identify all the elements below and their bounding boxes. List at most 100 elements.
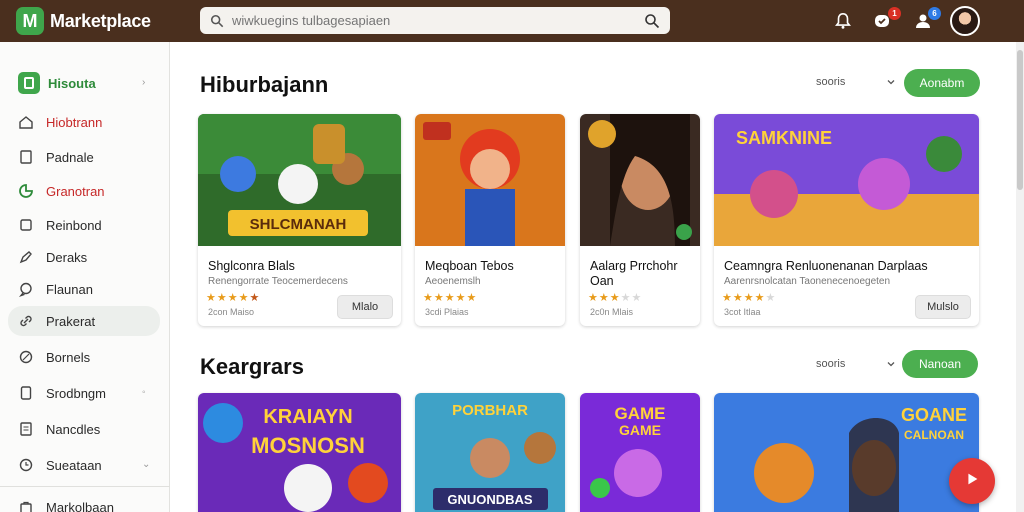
card-thumbnail: KRAIAYN MOSNOSN bbox=[198, 393, 401, 512]
card-meta: 2c0n Mlais bbox=[590, 307, 634, 317]
header-actions: 1 6 bbox=[830, 0, 1024, 42]
chevron-down-icon: ⌄ bbox=[142, 459, 151, 470]
pen-icon bbox=[18, 249, 34, 265]
rating-stars: ★★★★★ bbox=[722, 292, 777, 304]
card-open-button[interactable]: Mlalo bbox=[337, 295, 393, 319]
sidebar-item-flaunan[interactable]: Flaunan bbox=[8, 274, 160, 304]
card-meta: 2con Maiso bbox=[208, 307, 255, 317]
sort-label: sooris bbox=[816, 76, 846, 88]
card-title: Shglconra Blals bbox=[208, 259, 295, 273]
brand[interactable]: M Marketplace bbox=[16, 7, 196, 35]
sidebar-item-label: Hiobtrann bbox=[46, 114, 103, 130]
sidebar-item-label: Srodbngm bbox=[46, 385, 106, 401]
chevron-right-icon: › bbox=[142, 77, 146, 88]
friends-badge: 6 bbox=[928, 7, 941, 20]
home-icon bbox=[18, 114, 34, 130]
svg-text:GOANE: GOANE bbox=[901, 405, 967, 425]
sidebar-item-markolbaan[interactable]: Markolbaan bbox=[8, 492, 160, 512]
dot-indicator-icon: ◦ bbox=[142, 387, 146, 398]
messages-badge: 1 bbox=[888, 7, 901, 20]
search-bar bbox=[200, 7, 670, 34]
play-button[interactable] bbox=[949, 458, 995, 504]
section-title: Hiburbajann bbox=[200, 72, 329, 97]
card-subtitle: Aarenrsnolcatan Taonenecenoegeten bbox=[724, 276, 891, 287]
card-open-button[interactable]: Mulslo bbox=[915, 295, 971, 319]
sidebar-item-bornels[interactable]: Bornels bbox=[8, 342, 160, 372]
card-subtitle: Renengorrate Teocemerdecens bbox=[208, 276, 348, 287]
list-icon bbox=[18, 421, 34, 437]
circle-icon bbox=[18, 349, 34, 365]
card-subtitle: Aeoenemslh bbox=[425, 276, 481, 287]
product-card[interactable]: KRAIAYN MOSNOSN bbox=[198, 393, 401, 512]
card-thumbnail: SAMKNINE bbox=[714, 114, 979, 246]
sidebar-item-srodbngm[interactable]: Srodbngm ◦ bbox=[8, 378, 160, 408]
product-card[interactable]: SHLCMANAH Shglconra Blals Renengorrate T… bbox=[198, 114, 401, 326]
sidebar-item-label: Deraks bbox=[46, 249, 88, 265]
sidebar-item-hiobtrann[interactable]: Hiobtrann bbox=[8, 107, 160, 137]
card-thumbnail: GAME GAME bbox=[580, 393, 700, 512]
brand-name: Marketplace bbox=[50, 10, 151, 31]
svg-text:MOSNOSN: MOSNOSN bbox=[251, 433, 365, 458]
svg-text:PORBHAR: PORBHAR bbox=[452, 402, 528, 419]
sort-dropdown[interactable]: sooris bbox=[816, 76, 896, 88]
svg-text:SAMKNINE: SAMKNINE bbox=[736, 128, 832, 148]
games-icon bbox=[18, 183, 34, 199]
sort-label: sooris bbox=[816, 358, 846, 370]
friends-icon[interactable]: 6 bbox=[910, 7, 941, 34]
card-thumbnail: GOANE CALNOAN bbox=[714, 393, 979, 512]
chat-icon bbox=[18, 281, 34, 297]
rating-stars: ★★★★★ bbox=[588, 292, 643, 304]
card-title: Meqboan Tebos bbox=[425, 259, 514, 273]
thumb-text: KRAIAYN bbox=[263, 406, 352, 428]
sidebar-item-label: Flaunan bbox=[46, 281, 93, 297]
brand-logo-icon: M bbox=[16, 7, 44, 35]
sidebar-item-hisouta[interactable]: Hisouta › bbox=[8, 68, 160, 98]
section-action-button[interactable]: Nanoan bbox=[902, 350, 978, 378]
document-icon bbox=[18, 149, 34, 165]
sort-dropdown[interactable]: sooris bbox=[816, 358, 896, 370]
app-square-icon bbox=[18, 72, 40, 94]
sidebar-item-sueataan[interactable]: Sueataan ⌄ bbox=[8, 450, 160, 480]
play-icon bbox=[963, 470, 981, 493]
sidebar-item-label: Nancdles bbox=[46, 421, 101, 437]
svg-text:GAME: GAME bbox=[619, 422, 661, 438]
rating-stars: ★★★★★ bbox=[206, 292, 261, 304]
product-card[interactable]: GAME GAME bbox=[580, 393, 700, 512]
bell-icon[interactable] bbox=[830, 8, 856, 34]
clock-icon bbox=[18, 457, 34, 473]
card-thumbnail bbox=[415, 114, 565, 246]
sidebar-item-granotran[interactable]: Granotran bbox=[8, 176, 160, 206]
product-card[interactable]: SAMKNINE Ceamngra Renluonenanan Darplaas… bbox=[714, 114, 979, 326]
card-meta: 3cdi Plaias bbox=[425, 307, 469, 317]
sidebar-item-padnale[interactable]: Padnale bbox=[8, 142, 160, 172]
card-title: Aalarg Prrchohr Oan bbox=[590, 259, 678, 288]
link-icon bbox=[18, 313, 34, 329]
search-icon bbox=[210, 14, 224, 28]
sidebar-item-label: Prakerat bbox=[46, 313, 96, 329]
search-submit-icon[interactable] bbox=[644, 13, 660, 29]
chevron-down-icon bbox=[886, 359, 896, 369]
sidebar-item-reinbond[interactable]: Reinbond bbox=[8, 210, 160, 240]
messages-icon[interactable]: 1 bbox=[870, 7, 901, 34]
svg-text:CALNOAN: CALNOAN bbox=[904, 428, 964, 442]
svg-text:GNUONDBAS: GNUONDBAS bbox=[447, 492, 533, 507]
user-avatar[interactable] bbox=[950, 6, 980, 36]
tablet-icon bbox=[18, 385, 34, 401]
product-card[interactable]: Aalarg Prrchohr Oan ★★★★★ 2c0n Mlais bbox=[580, 114, 700, 326]
product-card[interactable]: PORBHAR GNUONDBAS bbox=[415, 393, 565, 512]
search-input[interactable] bbox=[232, 13, 644, 28]
rating-stars: ★★★★★ bbox=[423, 292, 478, 304]
sidebar-item-label: Bornels bbox=[46, 349, 91, 365]
card-title: Ceamngra Renluonenanan Darplaas bbox=[724, 259, 928, 273]
product-card[interactable]: Meqboan Tebos Aeoenemslh ★★★★★ 3cdi Plai… bbox=[415, 114, 565, 326]
sidebar-item-nancdles[interactable]: Nancdles bbox=[8, 414, 160, 444]
sidebar: Hisouta › Hiobtrann Padnale Granotran Re… bbox=[0, 42, 170, 512]
section-action-button[interactable]: Aonabm bbox=[904, 69, 980, 97]
card-thumbnail: SHLCMANAH bbox=[198, 114, 401, 246]
main-scrollbar[interactable] bbox=[1016, 42, 1024, 512]
chevron-down-icon bbox=[886, 77, 896, 87]
scrollbar-thumb[interactable] bbox=[1017, 50, 1023, 190]
sidebar-item-prakerat[interactable]: Prakerat bbox=[8, 306, 160, 336]
product-card[interactable]: GOANE CALNOAN bbox=[714, 393, 979, 512]
sidebar-item-deraks[interactable]: Deraks bbox=[8, 242, 160, 272]
